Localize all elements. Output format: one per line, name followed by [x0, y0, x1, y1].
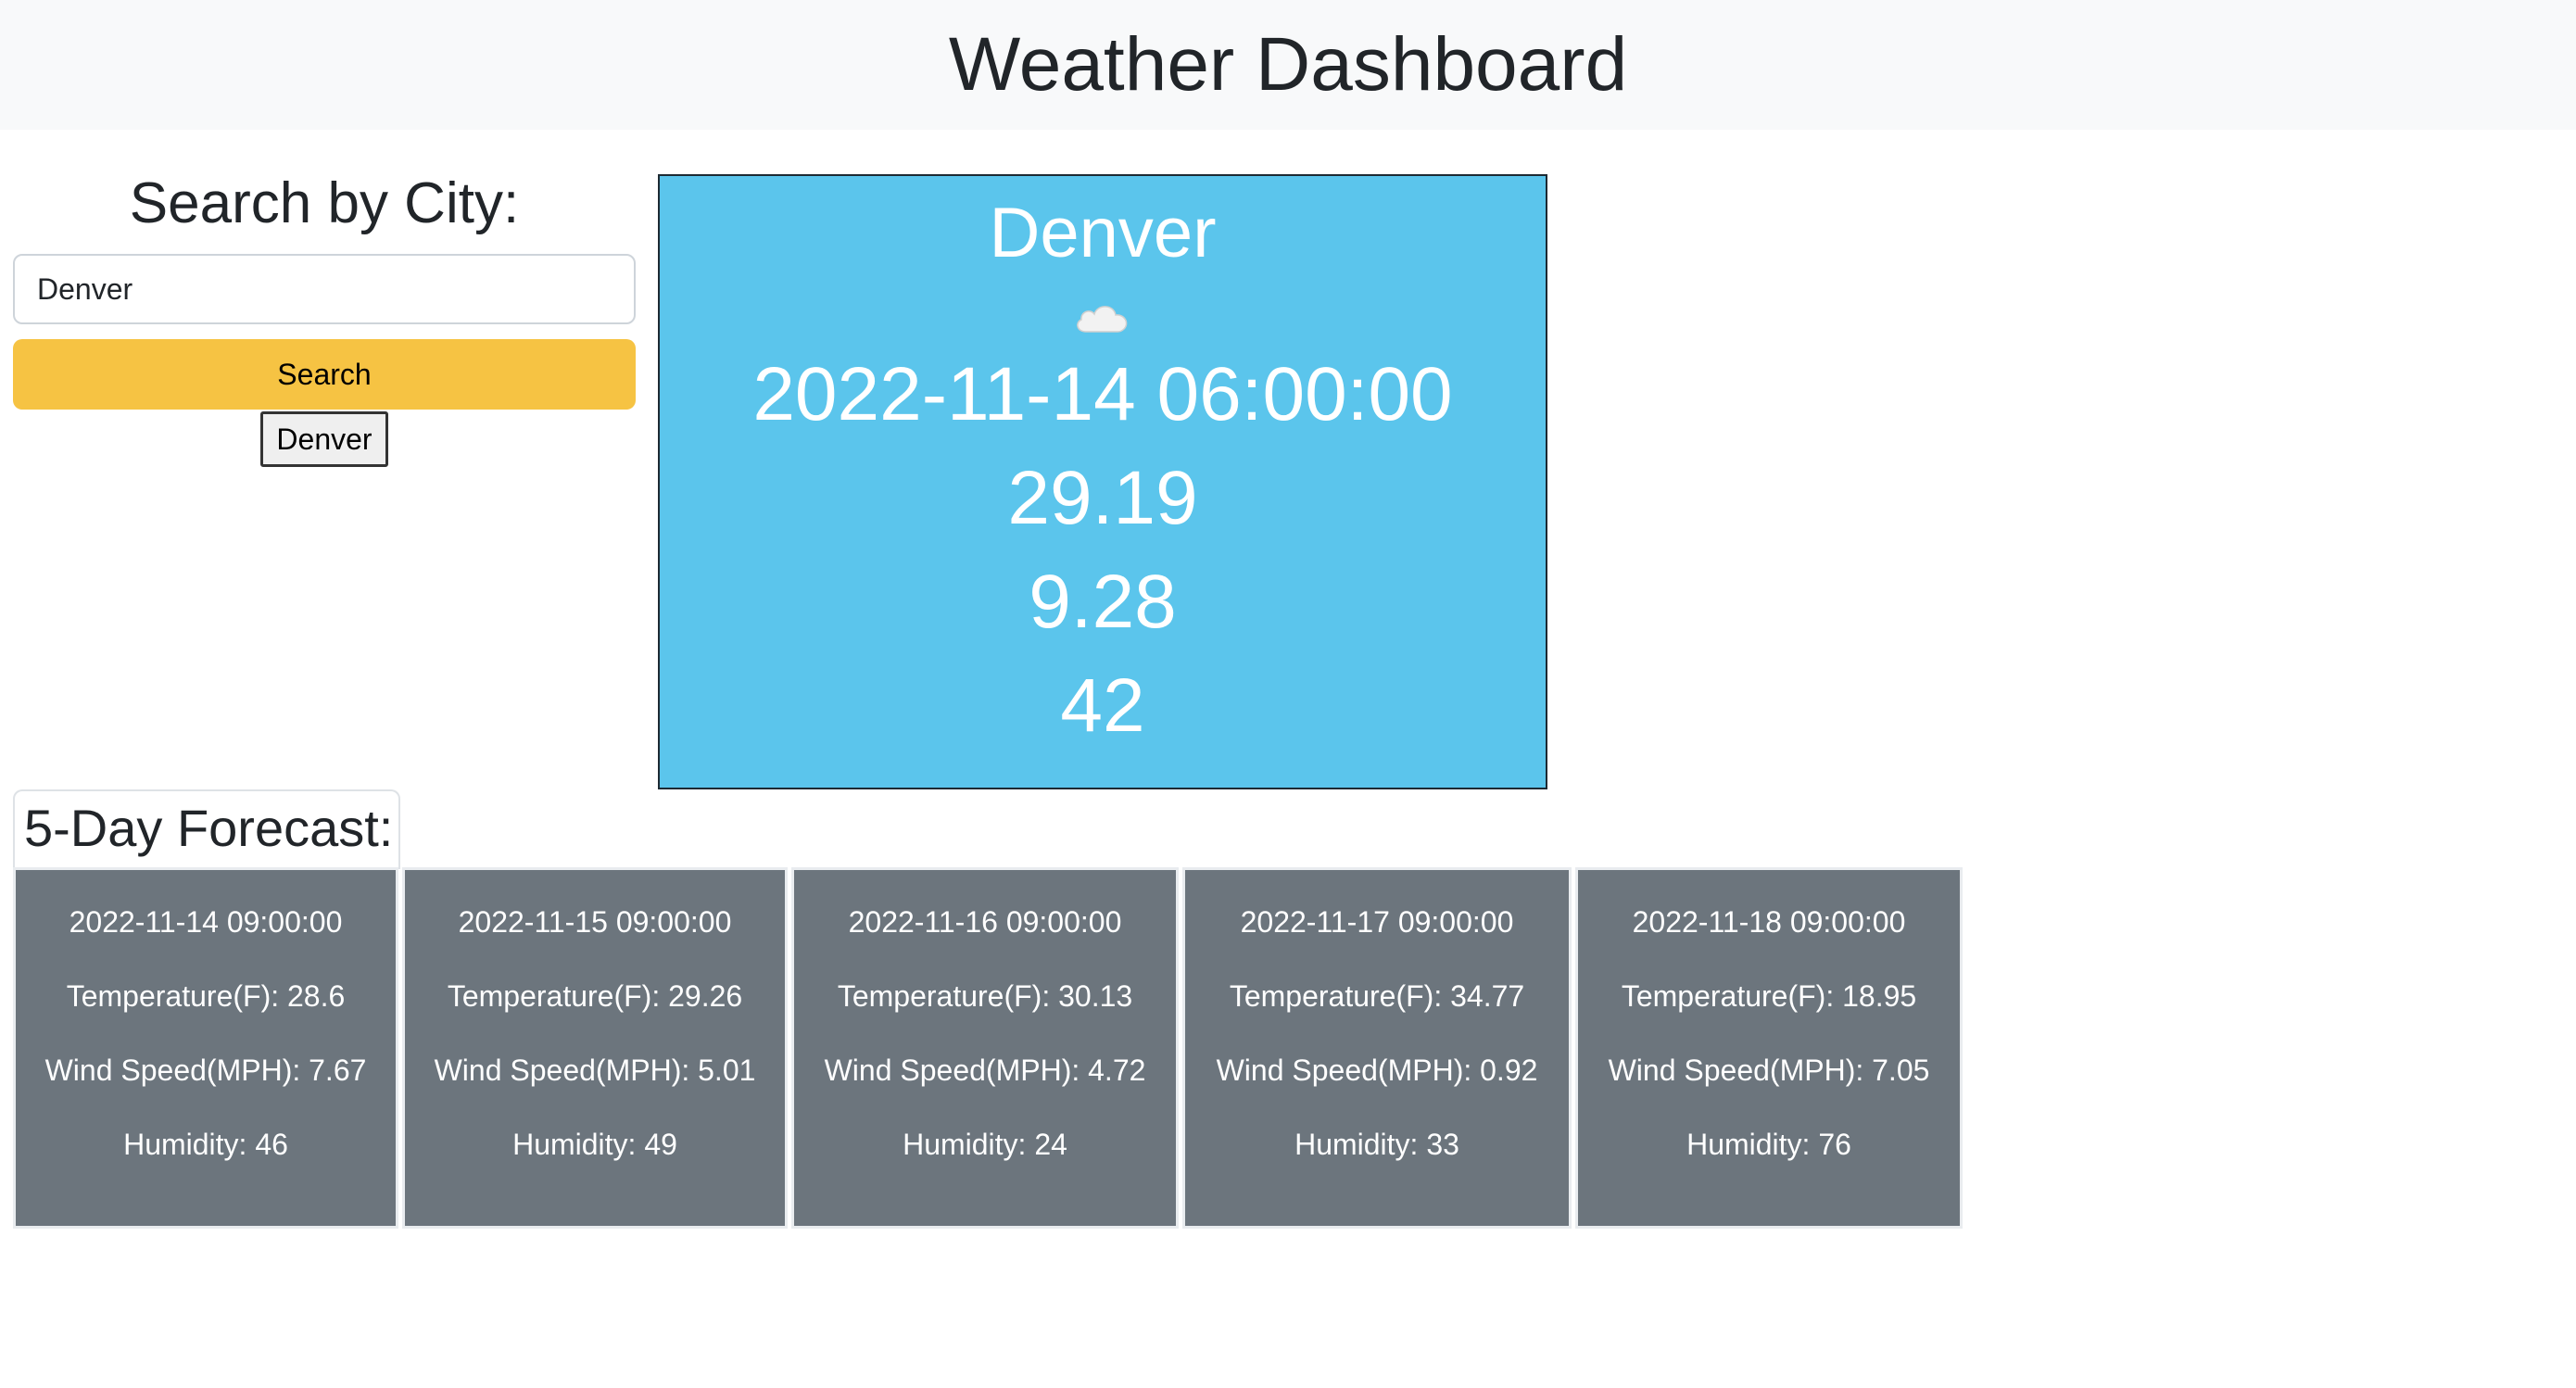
- forecast-wind-speed: Wind Speed(MPH): 0.92: [1216, 1054, 1538, 1087]
- history-city-button[interactable]: Denver: [260, 411, 388, 467]
- forecast-date: 2022-11-14 09:00:00: [69, 905, 343, 939]
- forecast-humidity: Humidity: 76: [1686, 1128, 1851, 1161]
- current-temperature: 29.19: [1007, 456, 1198, 540]
- forecast-date: 2022-11-16 09:00:00: [848, 905, 1122, 939]
- current-wind-speed: 9.28: [1029, 560, 1177, 644]
- forecast-date: 2022-11-15 09:00:00: [458, 905, 732, 939]
- forecast-wind-speed: Wind Speed(MPH): 5.01: [434, 1054, 756, 1087]
- forecast-wind-speed: Wind Speed(MPH): 7.05: [1608, 1054, 1930, 1087]
- current-humidity: 42: [1060, 663, 1145, 748]
- forecast-humidity: Humidity: 24: [903, 1128, 1067, 1161]
- search-panel: Search by City: Search Denver: [13, 167, 636, 467]
- forecast-card: 2022-11-18 09:00:00 Temperature(F): 18.9…: [1575, 867, 1963, 1229]
- forecast-humidity: Humidity: 46: [123, 1128, 288, 1161]
- current-city: Denver: [989, 194, 1217, 272]
- forecast-row: 2022-11-14 09:00:00 Temperature(F): 28.6…: [13, 867, 1966, 1229]
- forecast-temperature: Temperature(F): 18.95: [1621, 979, 1917, 1013]
- forecast-date: 2022-11-17 09:00:00: [1240, 905, 1514, 939]
- forecast-card: 2022-11-15 09:00:00 Temperature(F): 29.2…: [402, 867, 788, 1229]
- forecast-heading: 5-Day Forecast:: [13, 789, 400, 869]
- page-header: Weather Dashboard: [0, 0, 2576, 130]
- forecast-temperature: Temperature(F): 28.6: [66, 979, 346, 1013]
- forecast-temperature: Temperature(F): 30.13: [837, 979, 1133, 1013]
- forecast-date: 2022-11-18 09:00:00: [1632, 905, 1906, 939]
- forecast-card: 2022-11-17 09:00:00 Temperature(F): 34.7…: [1182, 867, 1572, 1229]
- search-heading: Search by City:: [129, 171, 520, 235]
- cloud-icon: [1077, 306, 1128, 333]
- forecast-wind-speed: Wind Speed(MPH): 7.67: [44, 1054, 367, 1087]
- forecast-temperature: Temperature(F): 34.77: [1229, 979, 1525, 1013]
- forecast-wind-speed: Wind Speed(MPH): 4.72: [824, 1054, 1146, 1087]
- city-search-input[interactable]: [13, 254, 636, 324]
- search-button[interactable]: Search: [13, 339, 636, 410]
- current-weather-card: Denver 2022-11-14 06:00:00 29.19 9.28 42: [658, 174, 1547, 789]
- current-datetime: 2022-11-14 06:00:00: [752, 352, 1453, 436]
- forecast-temperature: Temperature(F): 29.26: [447, 979, 743, 1013]
- page-title: Weather Dashboard: [948, 22, 1628, 107]
- forecast-card: 2022-11-16 09:00:00 Temperature(F): 30.1…: [791, 867, 1179, 1229]
- forecast-card: 2022-11-14 09:00:00 Temperature(F): 28.6…: [13, 867, 398, 1229]
- forecast-humidity: Humidity: 49: [512, 1128, 677, 1161]
- forecast-humidity: Humidity: 33: [1294, 1128, 1459, 1161]
